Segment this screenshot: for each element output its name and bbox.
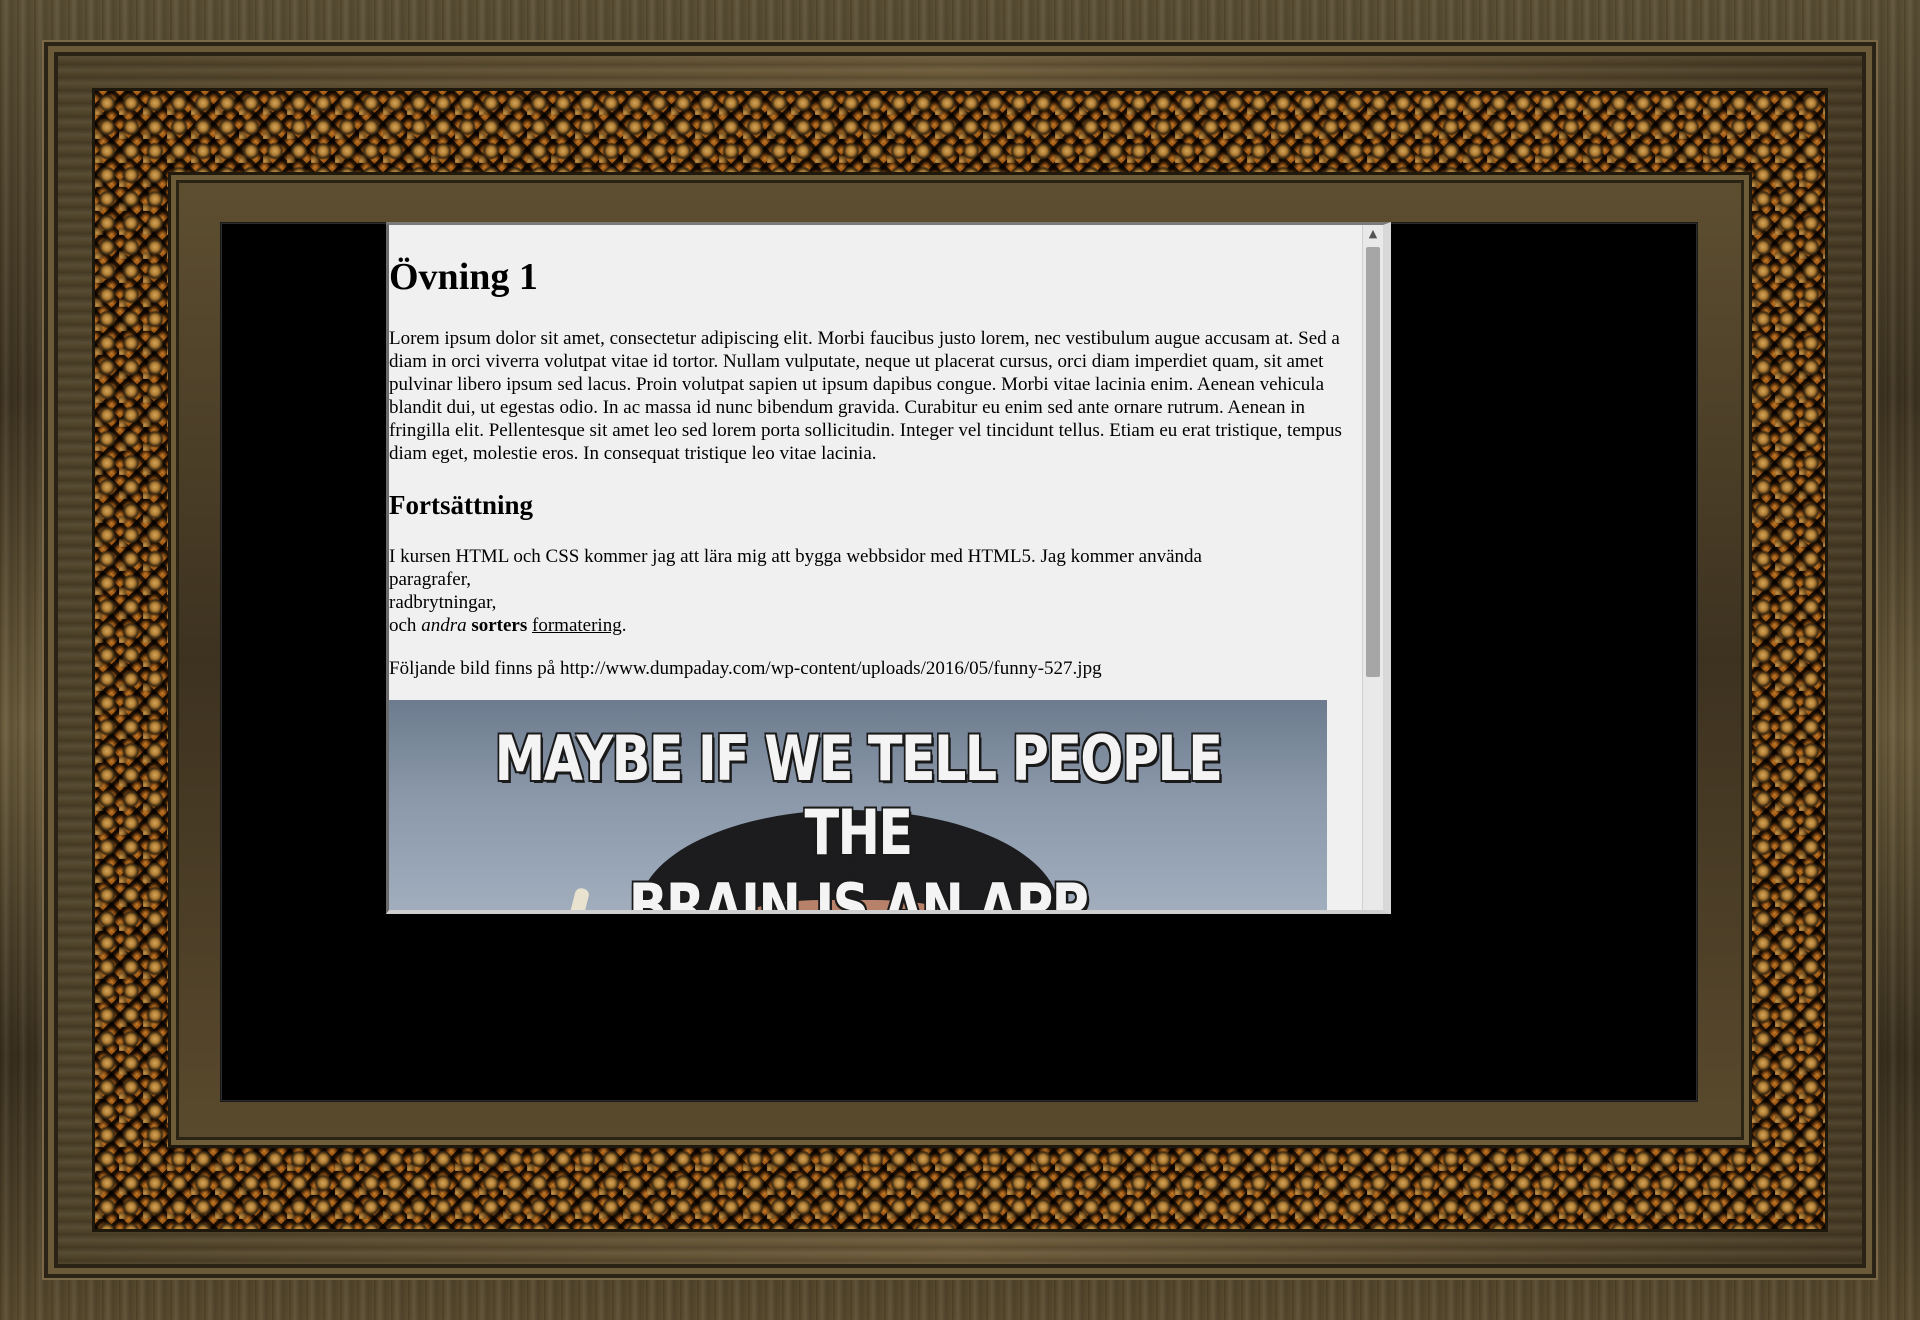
- andra-italic-text: andra: [421, 615, 467, 636]
- meme-caption-line-1: MAYBE IF WE TELL PEOPLE THE: [494, 722, 1223, 869]
- lorem-paragraph: Lorem ipsum dolor sit amet, consectetur …: [389, 328, 1342, 464]
- scroll-up-arrow-icon[interactable]: ▲: [1363, 225, 1383, 243]
- web-page-content: Övning 1 Lorem ipsum dolor sit amet, con…: [389, 225, 1364, 914]
- period-text: .: [621, 615, 627, 636]
- scroll-thumb[interactable]: [1366, 247, 1380, 677]
- vertical-scrollbar[interactable]: ▲: [1362, 225, 1383, 910]
- page-title: Övning 1: [389, 256, 538, 298]
- section-heading: Fortsättning: [389, 490, 533, 520]
- sorters-bold-text: sorters: [471, 615, 528, 636]
- meme-caption: MAYBE IF WE TELL PEOPLE THE BRAIN IS AN …: [473, 722, 1242, 914]
- browser-viewport[interactable]: Övning 1 Lorem ipsum dolor sit amet, con…: [386, 222, 1391, 914]
- och-text: och: [389, 615, 422, 636]
- meme-image: MAYBE IF WE TELL PEOPLE THE BRAIN IS AN …: [389, 700, 1327, 914]
- paragrafer-text: paragrafer,: [389, 569, 472, 590]
- formatering-link[interactable]: formatering: [532, 615, 622, 636]
- image-source-text: Följande bild finns på http://www.dumpad…: [389, 658, 1102, 679]
- radbrytningar-text: radbrytningar,: [389, 592, 497, 613]
- meme-caption-line-2: BRAIN IS AN APP: [628, 870, 1089, 914]
- course-paragraph: I kursen HTML och CSS kommer jag att lär…: [389, 545, 1289, 637]
- course-intro-text: I kursen HTML och CSS kommer jag att lär…: [389, 546, 1202, 567]
